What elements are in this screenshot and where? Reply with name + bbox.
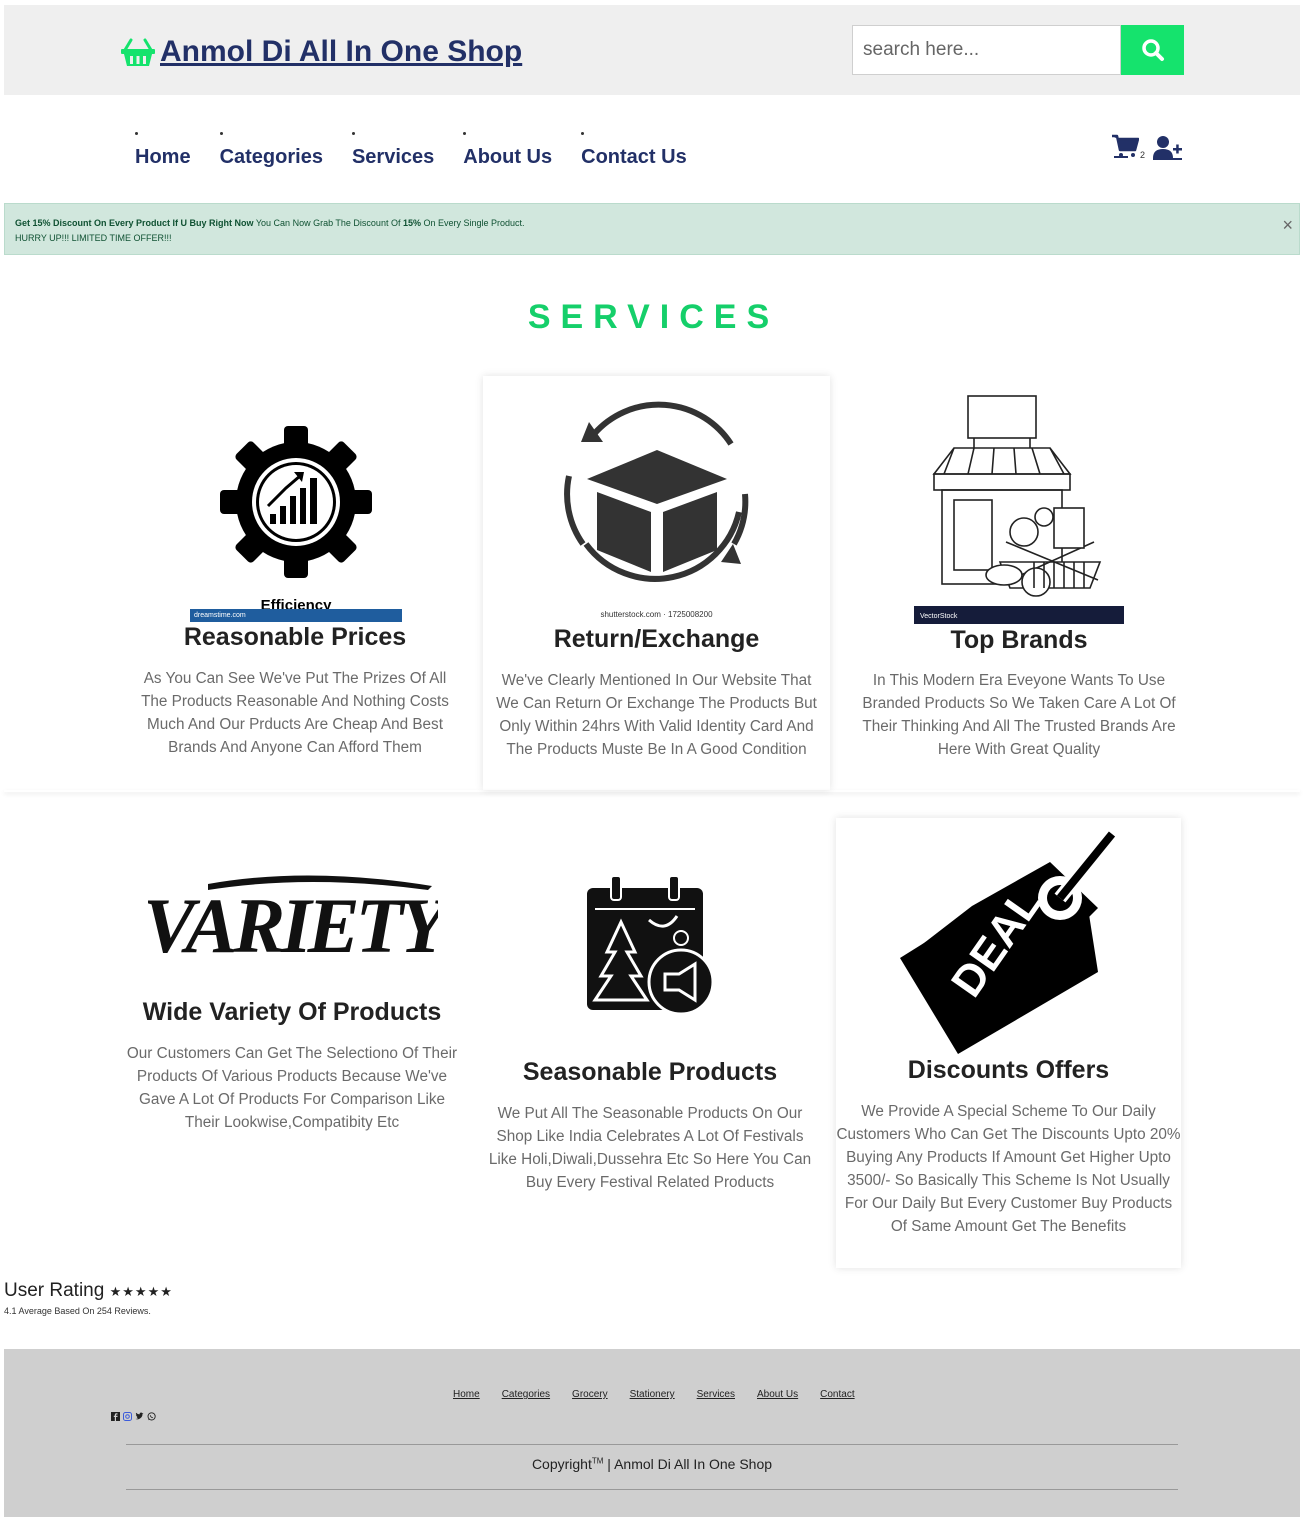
cart-count: 2 <box>1140 150 1146 160</box>
nav-item-home: Home <box>135 132 191 169</box>
add-user-icon[interactable] <box>1153 134 1183 160</box>
alert-text-2: On Every Single Product. <box>420 218 525 228</box>
row-divider <box>4 790 1300 792</box>
card-title: Top Brands <box>950 626 1088 654</box>
nav-item-categories: Categories <box>219 132 323 169</box>
footer-link-grocery[interactable]: Grocery <box>572 1389 608 1400</box>
footer-link-item: Services <box>697 1384 757 1402</box>
service-card-wide-variety: VARIETY Wide Variety Of Products Our Cus… <box>122 820 462 1240</box>
nav-link-about[interactable]: About Us <box>463 146 552 168</box>
variety-logo-image: VARIETY <box>148 875 438 962</box>
nav-item-contact: Contact Us <box>581 132 687 169</box>
instagram-icon[interactable] <box>123 1412 132 1421</box>
card-description: We Put All The Seasonable Products On Ou… <box>488 1105 812 1191</box>
search-input[interactable] <box>852 25 1121 75</box>
footer-link-stationery[interactable]: Stationery <box>630 1389 675 1400</box>
service-card-top-brands: VectorStock Top Brands In This Modern Er… <box>846 378 1192 778</box>
card-description: In This Modern Era Eveyone Wants To Use … <box>862 672 1176 758</box>
brand-title[interactable]: Anmol Di All In One Shop <box>160 35 522 69</box>
copyright-pre: Copyright <box>531 1456 592 1472</box>
card-title: Reasonable Prices <box>183 623 407 651</box>
efficiency-gear-image: Efficiency <box>220 426 372 614</box>
footer-link-item: Categories <box>502 1384 572 1402</box>
nav-link-contact[interactable]: Contact Us <box>581 146 687 168</box>
shutterstock-watermark: shutterstock.com · 1725008200 <box>600 610 713 619</box>
footer-link-services[interactable]: Services <box>697 1389 735 1400</box>
site-header: Anmol Di All In One Shop <box>4 5 1300 95</box>
footer-link-item: About Us <box>757 1384 820 1402</box>
nav-link-home[interactable]: Home <box>135 146 191 168</box>
discount-alert: Get 15% Discount On Every Product If U B… <box>4 203 1300 255</box>
deal-tag-image: DEAL <box>900 829 1118 1054</box>
search-button[interactable] <box>1121 25 1184 75</box>
alert-close-button[interactable]: × <box>1282 215 1293 236</box>
footer-link-about[interactable]: About Us <box>757 1389 798 1400</box>
service-card-return-exchange: shutterstock.com · 1725008200 Return/Exc… <box>483 376 830 790</box>
return-box-image <box>564 401 749 582</box>
nav-link-categories[interactable]: Categories <box>220 146 323 168</box>
card-title: Discounts Offers <box>907 1056 1110 1084</box>
dreamstime-watermark: dreamstime.com <box>190 609 402 622</box>
festival-calendar-image <box>587 875 715 1014</box>
alert-line-2: HURRY UP!!! LIMITED TIME OFFER!!! <box>15 233 172 243</box>
footer-divider <box>126 1444 1178 1445</box>
user-rating-title: User Rating <box>4 1280 105 1301</box>
copyright: CopyrightTM | Anmol Di All In One Shop <box>4 1456 1300 1472</box>
alert-text-1: You Can Now Grab The Discount Of <box>253 218 403 228</box>
service-card-discounts: DEAL Discounts Offers We Provide A Speci… <box>836 818 1181 1268</box>
store-basket-image: VectorStock <box>914 395 1124 624</box>
rating-summary: 4.1 Average Based On 254 Reviews. <box>4 1306 151 1316</box>
vectorstock-watermark: VectorStock <box>920 613 958 620</box>
dreamstime-watermark-text: dreamstime.com <box>194 612 246 619</box>
service-card-seasonable: Seasonable Products We Put All The Seaso… <box>481 820 819 1240</box>
copyright-tm: TM <box>591 1456 604 1466</box>
card-title: Wide Variety Of Products <box>142 998 442 1026</box>
footer-link-home[interactable]: Home <box>453 1389 480 1400</box>
variety-logo-text: VARIETY <box>148 882 438 962</box>
brand[interactable]: Anmol Di All In One Shop <box>120 35 522 69</box>
card-title: Seasonable Products <box>522 1058 778 1086</box>
twitter-icon[interactable] <box>135 1412 144 1421</box>
nav-link-services[interactable]: Services <box>352 146 434 168</box>
search-form <box>852 25 1184 75</box>
user-rating-heading: User Rating ★★★★★ <box>4 1280 173 1302</box>
search-icon <box>1141 39 1164 61</box>
footer-link-item: Home <box>453 1384 502 1402</box>
footer-link-item: Contact <box>820 1384 876 1402</box>
alert-bold-2: 15% <box>402 218 421 228</box>
main-nav: Home Categories Services About Us Contac… <box>4 96 1300 202</box>
footer-link-contact[interactable]: Contact <box>820 1389 854 1400</box>
service-card-reasonable-prices: Efficiency dreamstime.com Reasonable Pri… <box>122 378 468 778</box>
card-description: We've Clearly Mentioned In Our Website T… <box>496 672 817 758</box>
card-description: We Provide A Special Scheme To Our Daily… <box>836 1103 1181 1235</box>
alert-line-1: Get 15% Discount On Every Product If U B… <box>15 216 1289 231</box>
cart-icon[interactable] <box>1111 134 1139 160</box>
nav-item-about: About Us <box>463 132 552 169</box>
site-footer: Home Categories Grocery Stationery Servi… <box>4 1349 1300 1517</box>
footer-link-categories[interactable]: Categories <box>502 1389 550 1400</box>
footer-divider <box>126 1489 1178 1490</box>
social-links <box>111 1412 156 1421</box>
nav-item-services: Services <box>351 132 434 169</box>
footer-link-item: Grocery <box>572 1384 630 1402</box>
basket-icon <box>121 38 155 66</box>
nav-icons: 2 <box>1111 134 1183 160</box>
whatsapp-icon[interactable] <box>147 1412 156 1421</box>
copyright-post: | Anmol Di All In One Shop <box>603 1456 773 1472</box>
card-title: Return/Exchange <box>553 625 760 653</box>
rating-stars: ★★★★★ <box>109 1284 173 1299</box>
services-heading: SERVICES <box>527 298 780 336</box>
card-description: As You Can See We've Put The Prizes Of A… <box>141 670 449 756</box>
facebook-icon[interactable] <box>111 1412 120 1421</box>
alert-bold-1: Get 15% Discount On Every Product If U B… <box>15 218 254 228</box>
card-description: Our Customers Can Get The Selectiono Of … <box>126 1045 458 1131</box>
footer-link-item: Stationery <box>630 1384 697 1402</box>
footer-links: Home Categories Grocery Stationery Servi… <box>453 1384 877 1402</box>
nav-list: Home Categories Services About Us Contac… <box>120 132 716 169</box>
